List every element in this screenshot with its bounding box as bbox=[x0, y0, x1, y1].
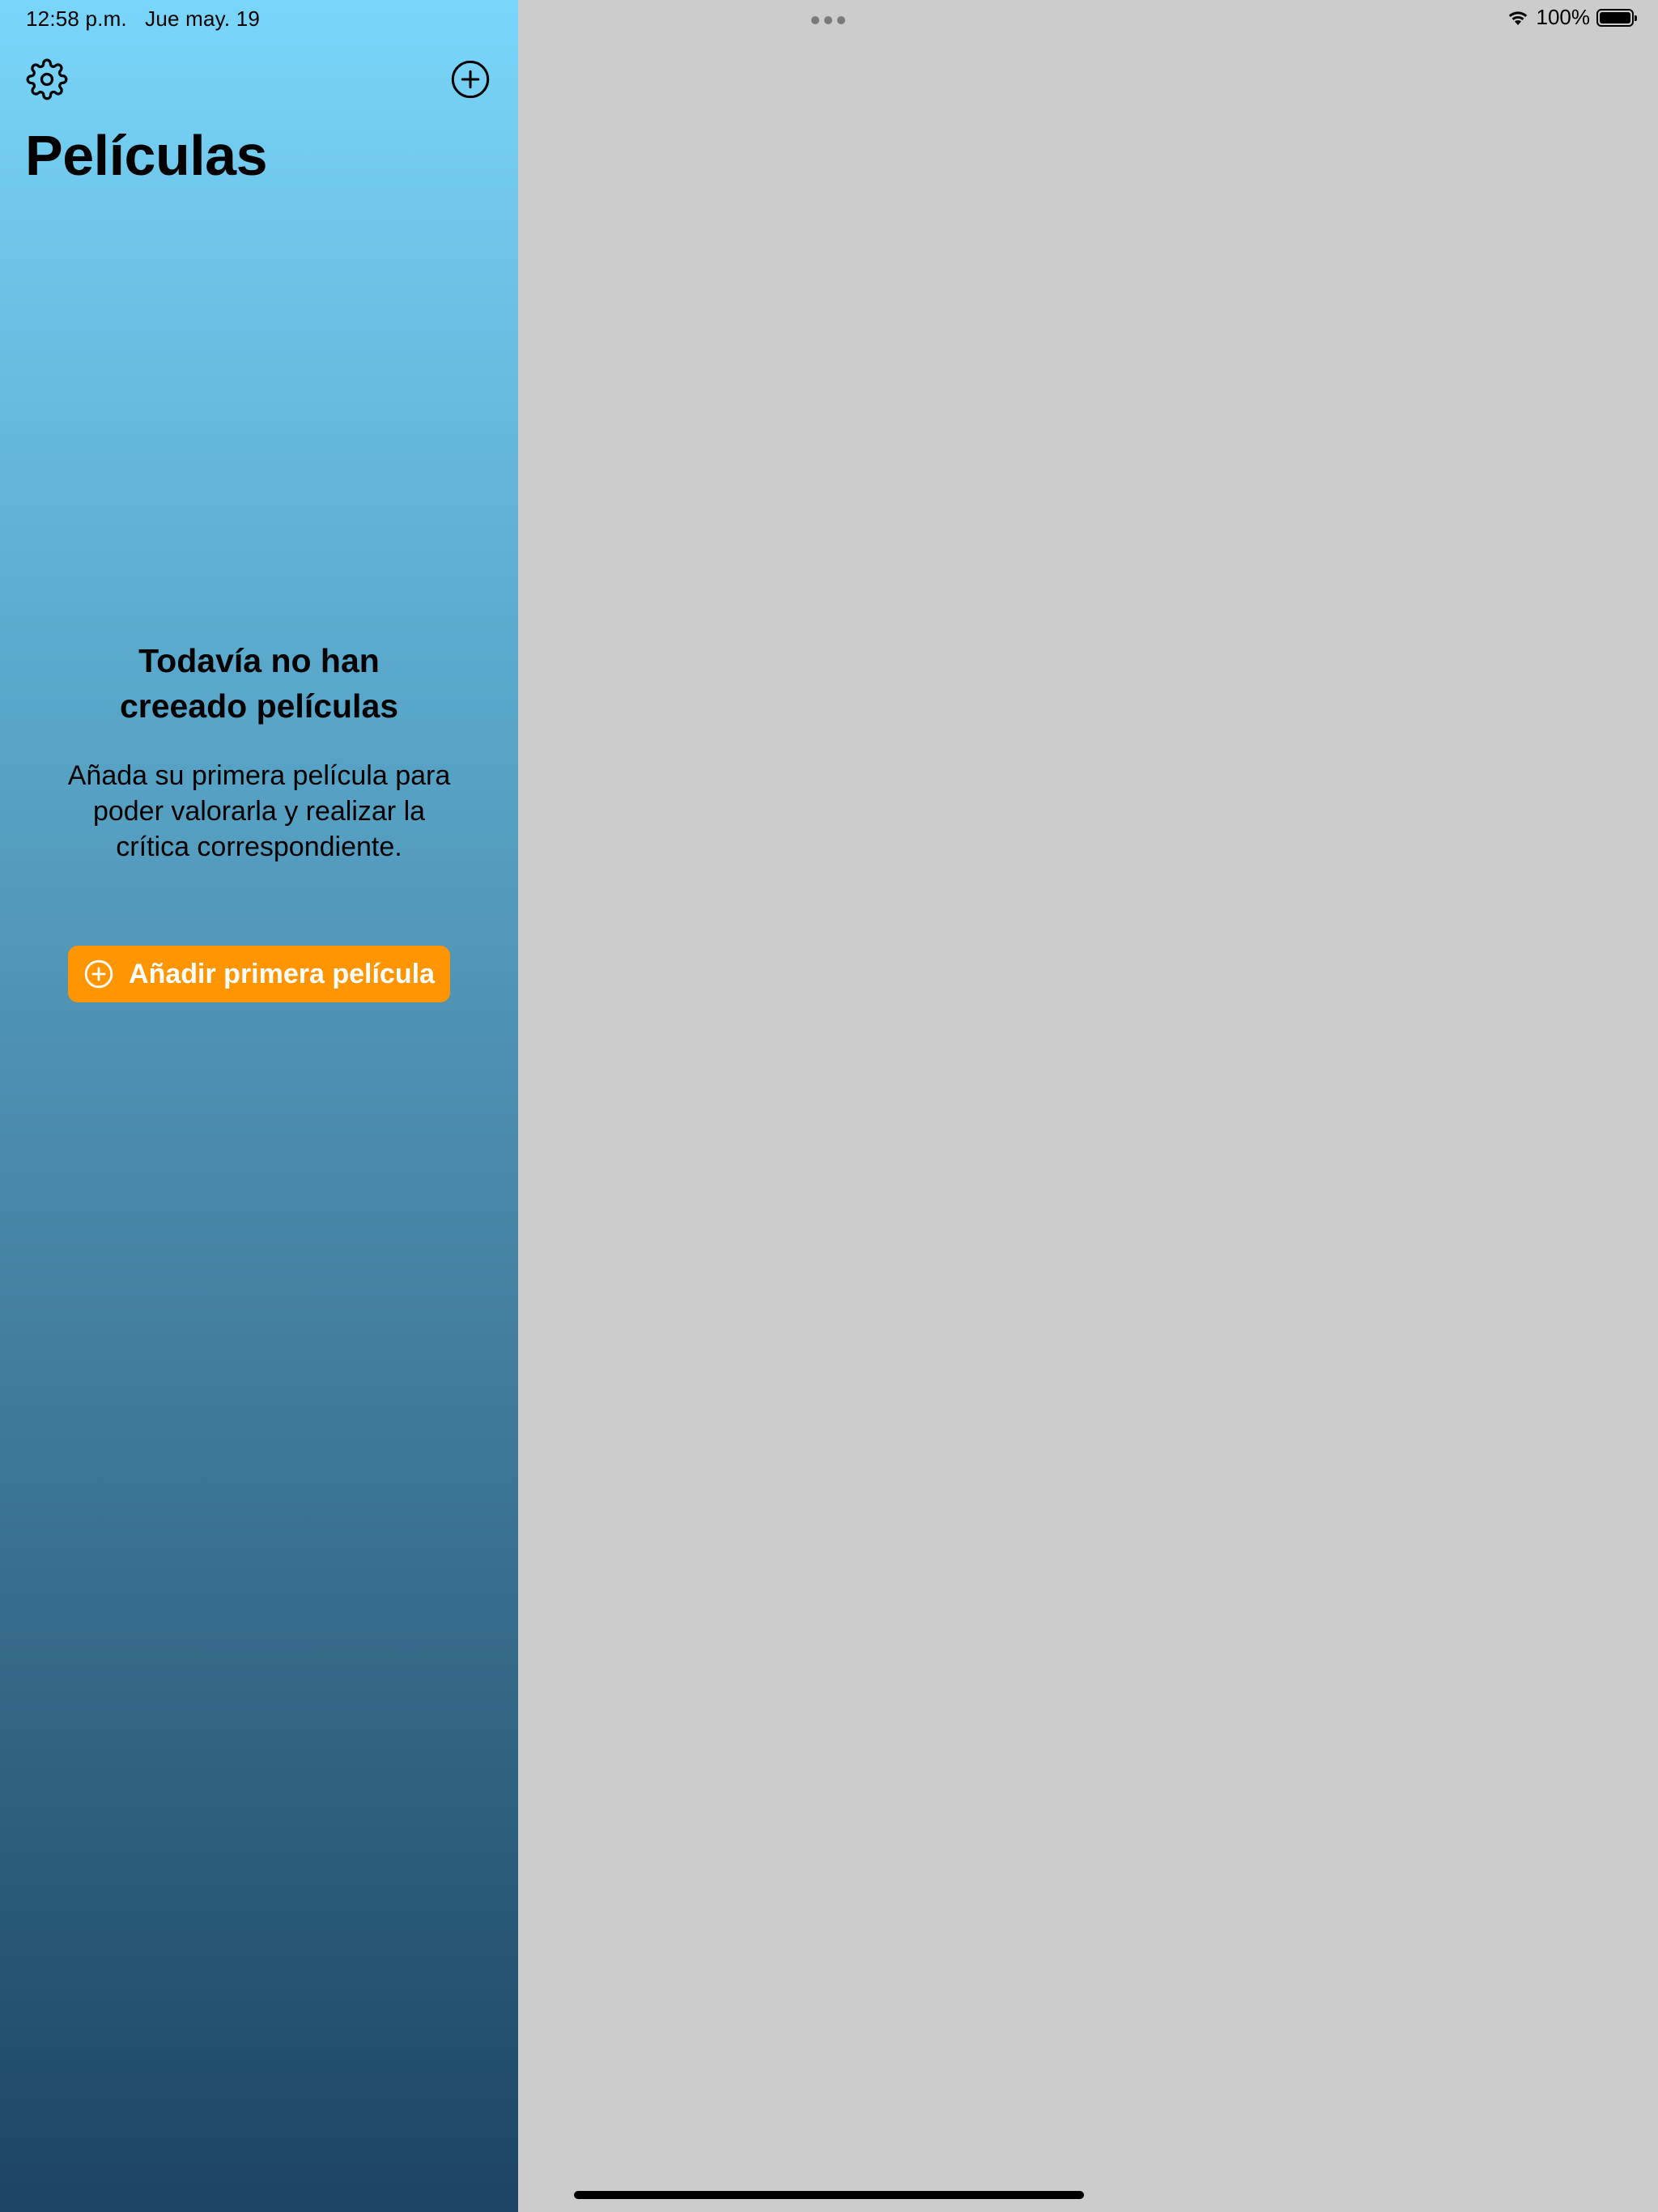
dot-icon bbox=[811, 16, 819, 24]
status-indicators: 100% bbox=[1506, 5, 1637, 30]
plus-circle-icon bbox=[451, 60, 490, 99]
empty-state-title-line: Todavía no han bbox=[138, 642, 380, 679]
multitasking-menu-handle[interactable] bbox=[811, 16, 845, 24]
empty-state-title: Todavía no han creeado películas bbox=[32, 638, 486, 729]
battery-percent: 100% bbox=[1536, 5, 1591, 29]
page-title: Películas bbox=[25, 124, 268, 187]
battery-tip bbox=[1635, 15, 1637, 21]
app-screen: 12:58 p.m. Jue may. 19 Películas Todavía… bbox=[0, 0, 1658, 2212]
status-date: Jue may. 19 bbox=[145, 6, 261, 31]
status-time-date: 12:58 p.m. Jue may. 19 bbox=[26, 6, 260, 32]
empty-state-description-line: crítica correspondiente. bbox=[116, 832, 402, 862]
add-first-movie-button[interactable]: Añadir primera película bbox=[68, 946, 450, 1002]
gear-icon bbox=[26, 58, 68, 100]
battery-icon bbox=[1596, 8, 1637, 27]
wifi-icon bbox=[1508, 11, 1527, 25]
plus-circle-icon bbox=[84, 959, 113, 989]
dot-icon bbox=[824, 16, 832, 24]
add-first-movie-label: Añadir primera película bbox=[129, 958, 435, 989]
empty-state-description: Añada su primera película para poder val… bbox=[49, 758, 470, 865]
empty-state-title-line: creeado películas bbox=[119, 687, 399, 725]
add-movie-button[interactable] bbox=[449, 58, 491, 100]
battery-level-fill bbox=[1600, 11, 1630, 23]
sidebar: 12:58 p.m. Jue may. 19 Películas Todavía… bbox=[0, 0, 518, 2212]
home-indicator[interactable] bbox=[574, 2191, 1084, 2199]
empty-state-description-line: Añada su primera película para bbox=[67, 760, 451, 791]
status-time: 12:58 p.m. bbox=[26, 6, 127, 31]
empty-state-description-line: poder valorarla y realizar la bbox=[92, 796, 426, 827]
detail-pane bbox=[518, 0, 1658, 2212]
dot-icon bbox=[837, 16, 845, 24]
settings-button[interactable] bbox=[26, 58, 68, 100]
